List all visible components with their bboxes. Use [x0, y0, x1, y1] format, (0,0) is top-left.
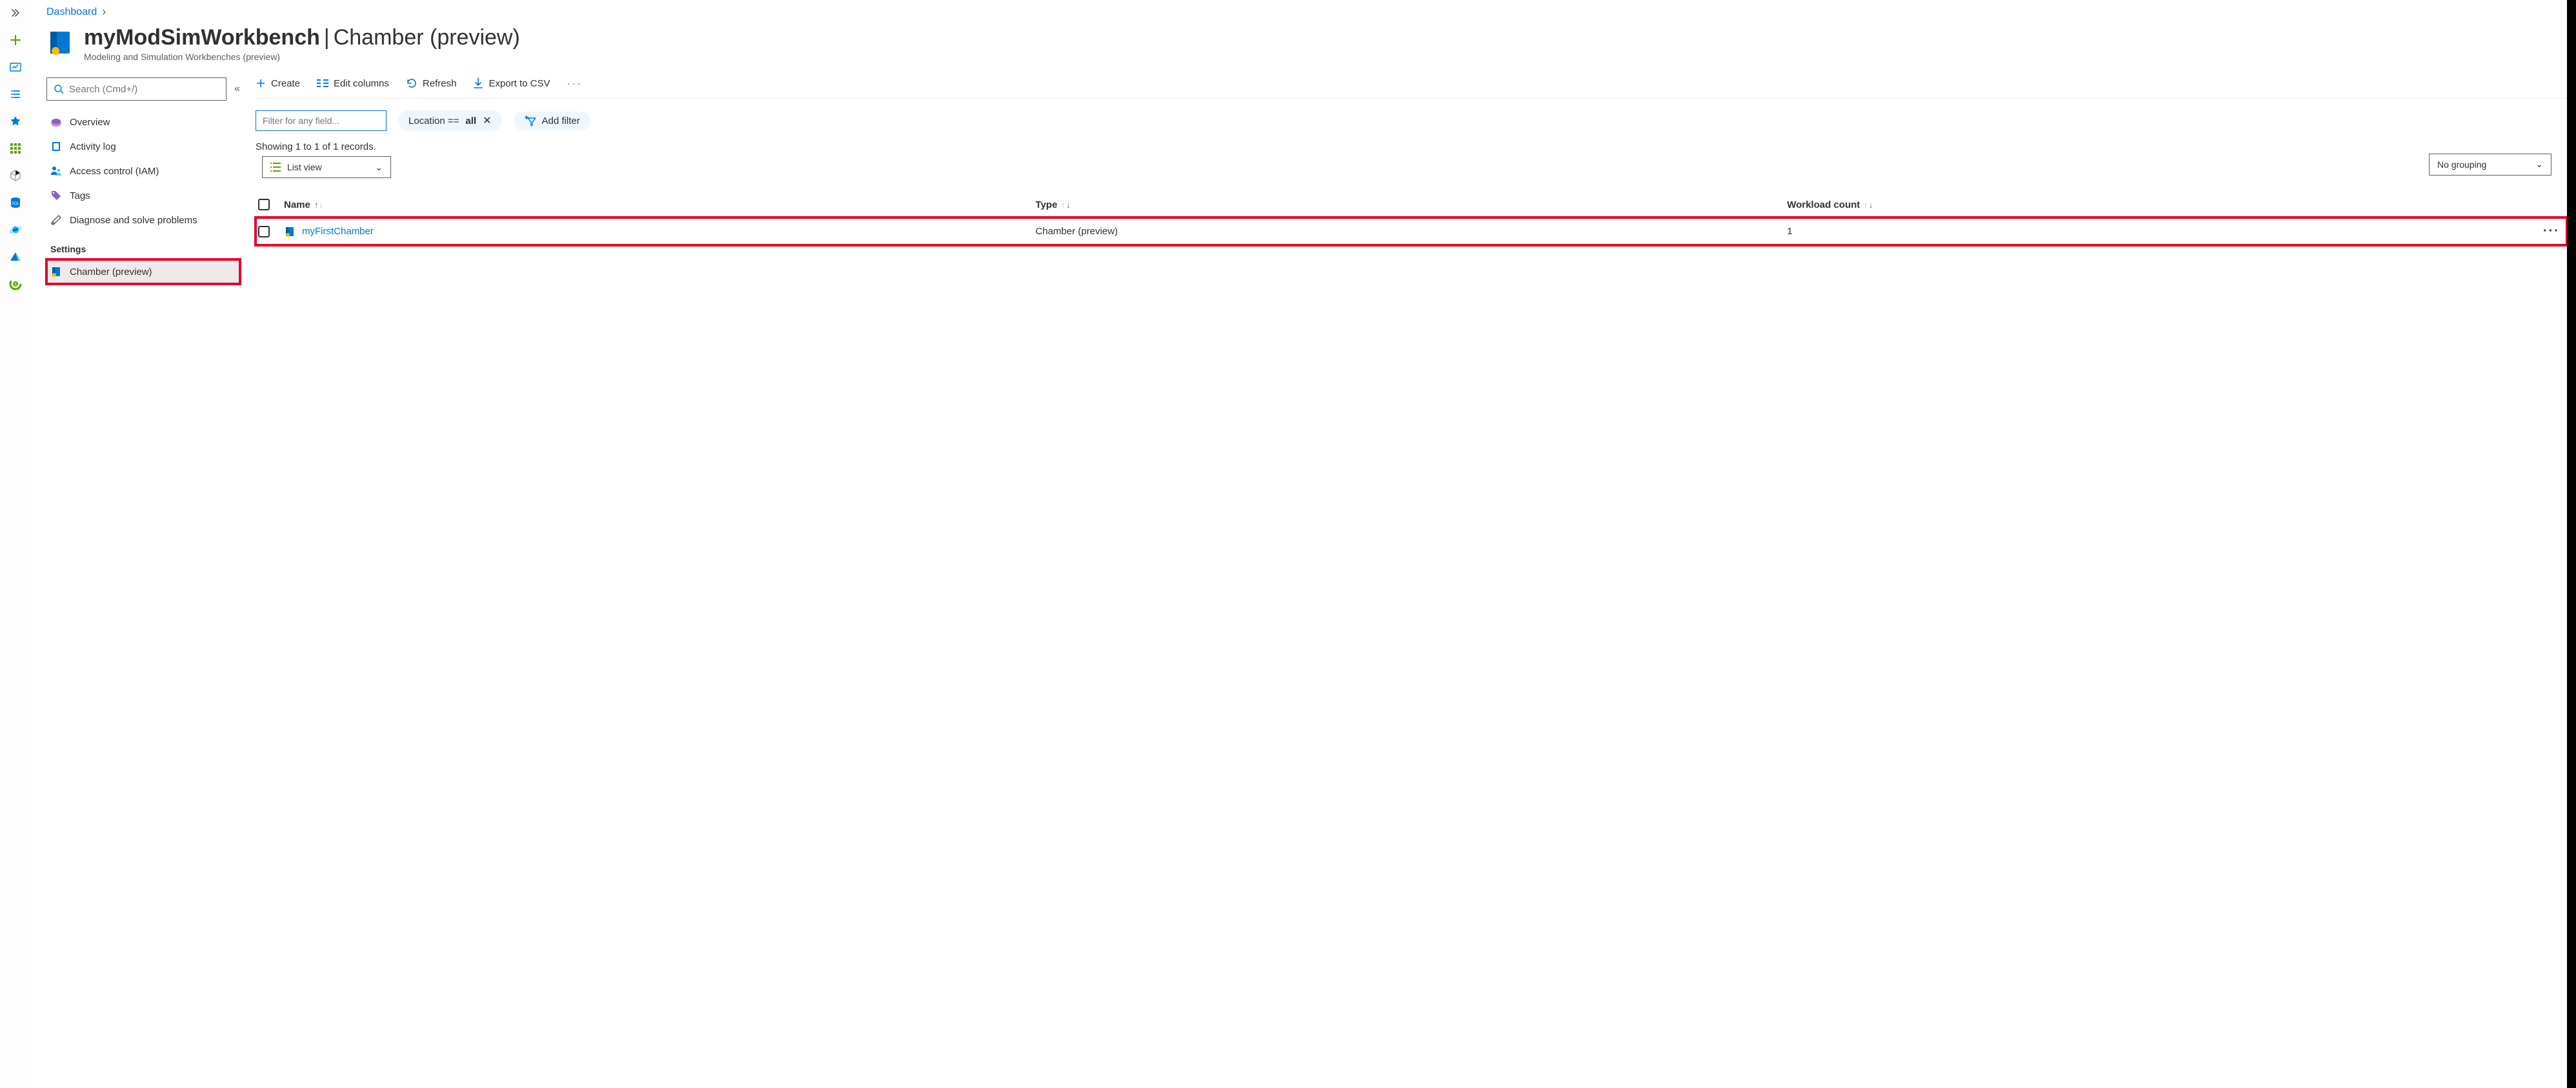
diagnose-icon — [50, 214, 62, 226]
page-title: myModSimWorkbench — [84, 25, 320, 50]
tags-icon — [50, 190, 62, 201]
breadcrumb: Dashboard › — [46, 5, 2567, 19]
page-subtitle: Modeling and Simulation Workbenches (pre… — [84, 52, 520, 62]
page-header: myModSimWorkbench | Chamber (preview) Mo… — [46, 25, 2567, 62]
column-type[interactable]: Type ↑↓ — [1036, 199, 1787, 210]
rail-cost-icon[interactable]: $ — [8, 276, 23, 292]
row-checkbox[interactable] — [258, 226, 270, 237]
columns-icon — [317, 79, 328, 88]
refresh-button[interactable]: Refresh — [406, 77, 457, 89]
rail-sql-icon[interactable]: SQL — [8, 195, 23, 210]
rail-pyramid-icon[interactable] — [8, 249, 23, 265]
chevron-down-icon: ⌄ — [375, 162, 383, 173]
nav-rail: SQL $ — [0, 0, 31, 1088]
rail-list-icon[interactable] — [8, 86, 23, 102]
add-filter-button[interactable]: Add filter — [514, 112, 590, 130]
records-count: Showing 1 to 1 of 1 records. — [256, 141, 391, 152]
row-name-cell[interactable]: myFirstChamber — [284, 226, 1036, 237]
rail-cube-icon[interactable] — [8, 168, 23, 183]
chamber-table: Name ↑↓ Type ↑↓ Workload count ↑↓ — [256, 192, 2567, 245]
menu-search[interactable] — [46, 77, 226, 101]
rail-all-services-icon[interactable] — [8, 141, 23, 156]
page-section: Chamber (preview) — [334, 25, 520, 50]
add-filter-icon — [524, 116, 536, 126]
breadcrumb-root[interactable]: Dashboard — [46, 6, 97, 18]
row-workload-cell: 1 — [1787, 226, 2539, 237]
overview-icon — [50, 116, 62, 128]
create-button[interactable]: Create — [256, 78, 300, 89]
sort-icon: ↑↓ — [1864, 200, 1873, 210]
select-all-checkbox[interactable] — [258, 199, 270, 210]
menu-label: Tags — [70, 190, 90, 201]
filter-pill-location[interactable]: Location == all ✕ — [398, 110, 502, 131]
rail-favorites-icon[interactable] — [8, 114, 23, 129]
menu-overview[interactable]: Overview — [46, 110, 240, 134]
column-name[interactable]: Name ↑↓ — [284, 199, 1036, 210]
menu-group-settings: Settings — [46, 232, 240, 259]
right-edge-strip — [2567, 0, 2576, 1088]
main-content: Dashboard › myModSimWorkbench | Chamber … — [31, 0, 2567, 1088]
content-pane: Create Edit columns Refresh — [240, 77, 2567, 284]
menu-search-input[interactable] — [69, 84, 219, 95]
chamber-icon — [284, 226, 296, 237]
download-icon — [473, 77, 483, 89]
chamber-icon — [50, 266, 62, 277]
chevron-right-icon: › — [102, 5, 106, 19]
menu-activity-log[interactable]: Activity log — [46, 134, 240, 159]
rail-cosmos-icon[interactable] — [8, 222, 23, 237]
remove-filter-icon[interactable]: ✕ — [483, 114, 491, 127]
grouping-select[interactable]: No grouping ⌄ — [2429, 154, 2551, 176]
command-bar: Create Edit columns Refresh — [256, 77, 2567, 99]
search-icon — [54, 84, 64, 94]
column-workload[interactable]: Workload count ↑↓ — [1787, 199, 2539, 210]
menu-diagnose[interactable]: Diagnose and solve problems — [46, 208, 240, 232]
menu-tags[interactable]: Tags — [46, 183, 240, 208]
row-more-button[interactable]: ··· — [2539, 224, 2564, 239]
resource-icon — [46, 29, 74, 56]
menu-chamber[interactable]: Chamber (preview) — [46, 259, 240, 284]
menu-label: Activity log — [70, 141, 116, 152]
table-header: Name ↑↓ Type ↑↓ Workload count ↑↓ — [256, 192, 2567, 217]
list-icon — [270, 163, 281, 172]
activity-log-icon — [50, 141, 62, 152]
filter-bar: Location == all ✕ Add filter — [256, 99, 2567, 136]
table-row[interactable]: myFirstChamber Chamber (preview) 1 ··· — [256, 217, 2567, 245]
export-csv-button[interactable]: Export to CSV — [473, 77, 550, 89]
access-control-icon — [50, 165, 62, 177]
refresh-icon — [406, 77, 418, 89]
menu-label: Diagnose and solve problems — [70, 215, 197, 226]
view-mode-select[interactable]: List view ⌄ — [262, 156, 391, 178]
menu-label: Access control (IAM) — [70, 166, 159, 177]
resource-menu: « Overview Activity log — [46, 77, 240, 284]
sort-icon: ↑↓ — [1062, 200, 1071, 210]
row-type-cell: Chamber (preview) — [1036, 226, 1787, 237]
sort-icon: ↑↓ — [314, 200, 323, 210]
plus-icon — [256, 78, 266, 88]
more-commands-button[interactable]: ··· — [567, 78, 582, 89]
title-separator: | — [324, 25, 330, 50]
menu-access-control[interactable]: Access control (IAM) — [46, 159, 240, 183]
rail-dashboard-icon[interactable] — [8, 59, 23, 75]
menu-label: Overview — [70, 117, 110, 128]
svg-text:SQL: SQL — [12, 202, 20, 206]
chevron-down-icon: ⌄ — [2535, 159, 2543, 170]
rail-create-icon[interactable] — [8, 32, 23, 48]
rail-expand-icon[interactable] — [8, 5, 23, 21]
filter-input[interactable] — [263, 116, 379, 126]
filter-any-field[interactable] — [256, 110, 387, 131]
edit-columns-button[interactable]: Edit columns — [317, 78, 389, 89]
more-icon: ··· — [567, 78, 582, 89]
menu-label: Chamber (preview) — [70, 267, 152, 277]
collapse-menu-icon[interactable]: « — [234, 83, 240, 95]
